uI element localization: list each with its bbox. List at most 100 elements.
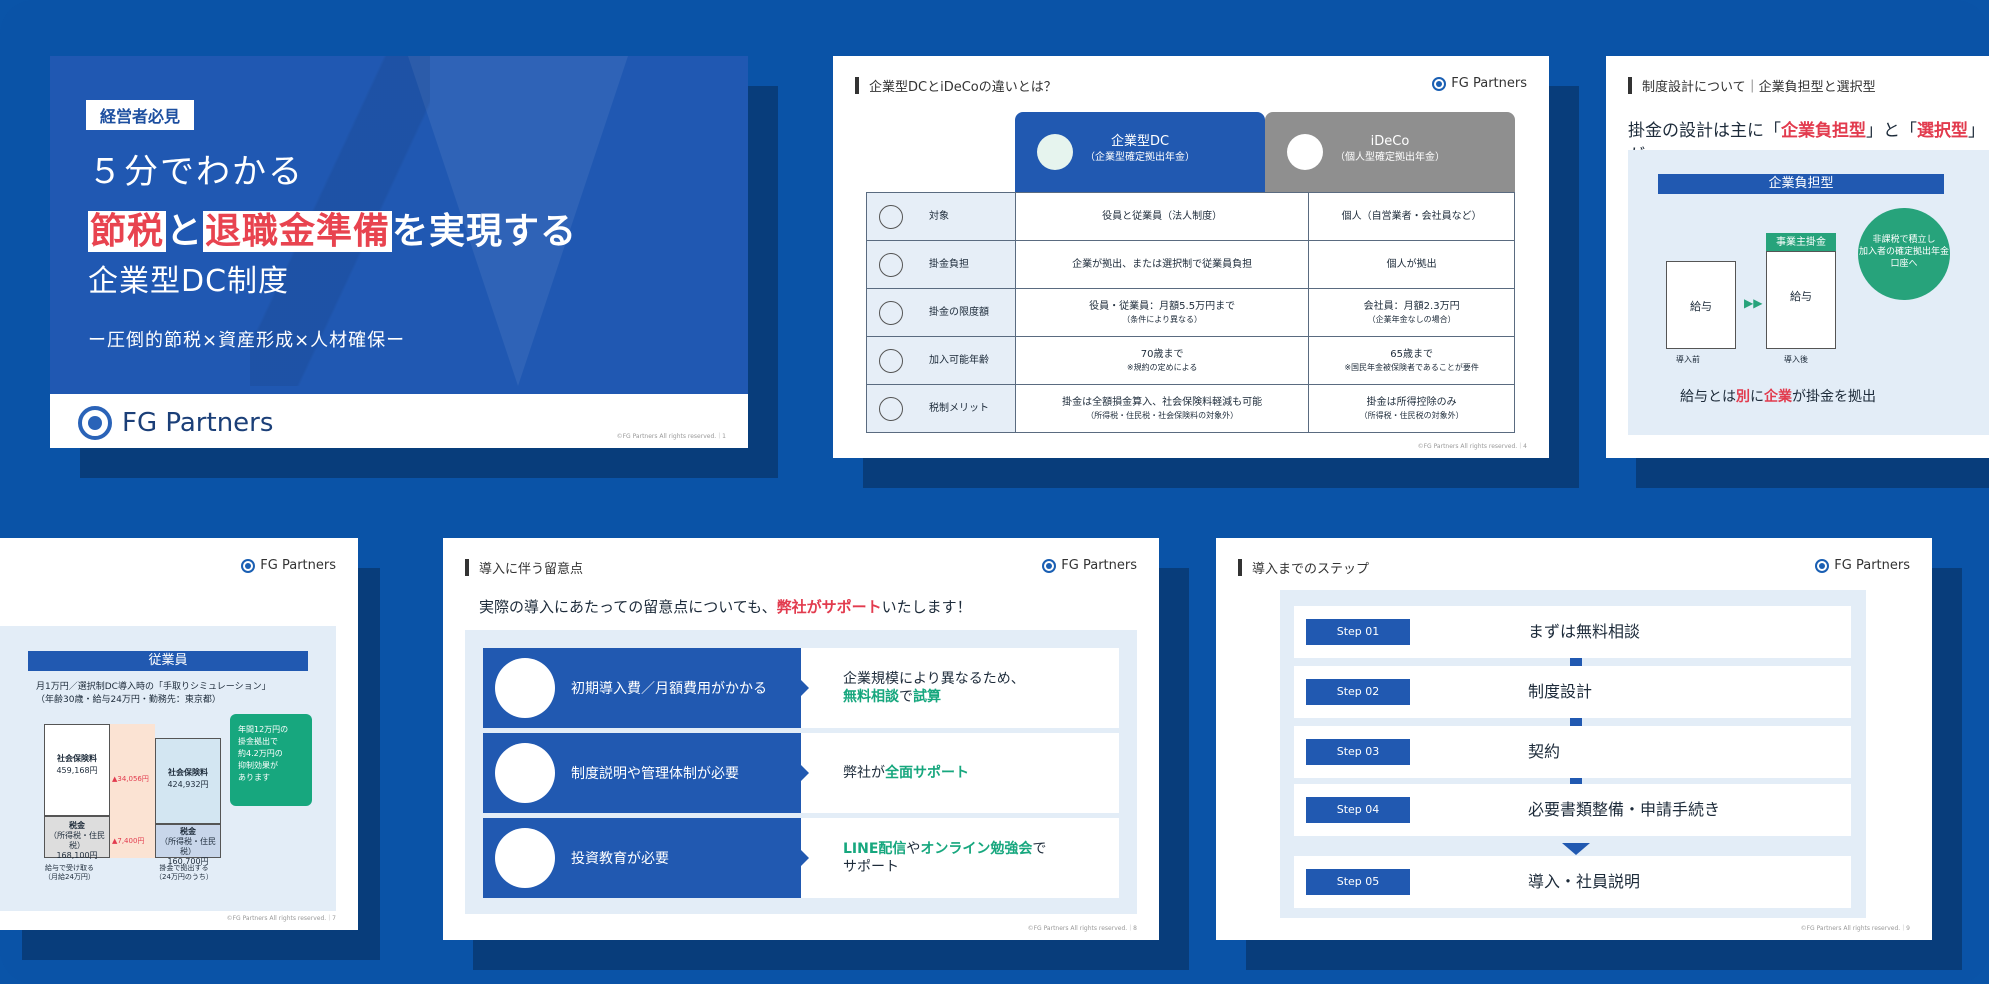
page-number: 9 (1906, 925, 1910, 932)
column-header-ideco: iDeCo （個人型確定拠出年金） (1265, 112, 1515, 192)
copyright-text: ©FG Partners All rights reserved. (1800, 925, 1901, 932)
building-icon (1037, 134, 1073, 170)
bar-social-insurance-after: 社会保険料 424,932円 (155, 738, 221, 824)
panel-note: 給与とは別に企業が掛金を拠出 (1680, 386, 1876, 406)
callout-line: 年間12万円の (238, 725, 289, 734)
coins-icon (1442, 672, 1482, 712)
simulation-title: 月1万円／選択制DC導入時の「手取りシミュレーション」 （年齢30歳・給与24万円… (36, 681, 271, 707)
row-label-cell: 掛金の限度額 (866, 288, 1016, 337)
logo-mark-icon (78, 406, 112, 440)
note-text: 給与とは (1680, 389, 1736, 405)
step-connector (1570, 658, 1582, 666)
slide-considerations[interactable]: 導入に伴う留意点 FG Partners 実際の導入にあたっての留意点についても… (443, 538, 1159, 940)
cell-text: 役員と従業員（法人制度） (1102, 211, 1223, 222)
row-label: 対象 (929, 211, 949, 222)
headset-person-icon (495, 828, 555, 888)
bar-label: 社会保険料 (168, 768, 208, 777)
logo-mark-icon (1815, 558, 1830, 573)
document-search-icon (879, 205, 903, 229)
bar-label: 税金 (69, 821, 85, 830)
cell-text: 65歳まで (1390, 348, 1433, 360)
bar-label: 社会保険料 (57, 754, 97, 763)
note-highlight: 別 (1736, 389, 1750, 405)
label-before: 導入前 (1676, 355, 1700, 364)
arrow-down-icon (1562, 843, 1590, 855)
person-icon (1287, 134, 1323, 170)
ideco-cell: 個人が拠出 (1308, 240, 1515, 289)
table-row: 掛金負担 企業が拠出、または選択制で従業員負担 個人が拠出 (866, 240, 1515, 289)
savings-callout: 年間12万円の 掛金拠出で 約4.2万円の 抑制効果が あります (230, 714, 312, 806)
cell-note: （所得税・住民税・社会保険料の対象外） (1086, 410, 1239, 420)
dc-cell: 企業が拠出、または選択制で従業員負担 (1014, 240, 1310, 289)
cell-note: ※規約の定めによる (1126, 362, 1198, 372)
answer-highlight: LINE配信 (843, 841, 907, 857)
cell-text: 70歳まで (1140, 348, 1184, 360)
ideco-cell: 掛金は所得控除のみ （所得税・住民税の対象外） (1308, 384, 1515, 433)
presenter-icon (1442, 862, 1482, 902)
dc-cell: 掛金は全額損金算入、社会保険料軽減も可能 （所得税・住民税・社会保険料の対象外） (1014, 384, 1310, 433)
cell-text: 会社員：月額2.3万円 (1363, 300, 1460, 312)
answer-text: 弊社が (843, 765, 885, 781)
copyright: ©FG Partners All rights reserved.｜4 (1417, 443, 1527, 450)
bubble-text: 非課税で積立し (1872, 235, 1936, 245)
slide-steps[interactable]: 導入までのステップ FG Partners Step 01 まずは無料相談 Ste… (1216, 538, 1932, 940)
logo-mark-icon (1042, 558, 1057, 573)
callout-line: 掛金拠出で (238, 737, 278, 746)
footer-line: 掛金で拠出する (159, 864, 209, 872)
copyright: ©FG Partners All rights reserved.｜9 (1800, 925, 1910, 932)
row-label: 加入可能年齢 (929, 355, 989, 366)
document-search-icon (1442, 790, 1482, 830)
bubble-text: 加入者の確定拠出年金口座へ (1858, 247, 1949, 269)
slide-title: 制度設計について｜企業負担型と選択型 (1628, 76, 1876, 95)
cell-text: 個人（自営業者・会社員など） (1341, 211, 1482, 222)
note-highlight: 企業 (1764, 389, 1792, 405)
copyright-text: ©FG Partners All rights reserved. (1417, 443, 1518, 450)
info-bubble: 非課税で積立し加入者の確定拠出年金口座へ (1858, 208, 1950, 300)
handshake-icon (1442, 732, 1482, 772)
difference-tax: ▲7,400円 (112, 837, 145, 845)
step-badge: Step 03 (1306, 739, 1410, 765)
slide-cover[interactable]: 経営者必見 ５分でわかる 節税と退職金準備を実現する 企業型DC制度 ー圧倒的節… (50, 56, 748, 448)
bar-value: 459,168円 (56, 766, 98, 775)
row-label: 掛金負担 (929, 259, 969, 270)
cell-note: （条件により異なる） (1122, 314, 1203, 324)
cover-product: 企業型DC制度 (88, 264, 290, 299)
slide-title: 導入までのステップ (1238, 558, 1369, 577)
lead-text: 」と「 (1866, 121, 1917, 141)
step-row: Step 02 制度設計 (1294, 666, 1851, 718)
col1-title: 企業型DC (1110, 134, 1170, 149)
lead-highlight: 企業負担型 (1781, 121, 1866, 141)
page-number: 7 (332, 915, 336, 922)
label-after: 導入後 (1784, 355, 1808, 364)
slide-title: 導入に伴う留意点 (465, 558, 583, 577)
answer-text: や (906, 841, 921, 857)
copyright-text: ©FG Partners All rights reserved. (226, 915, 327, 922)
answer-highlight: 全面サポート (885, 765, 969, 781)
page-number: 8 (1133, 925, 1137, 932)
salary-after-box: 給与 (1766, 251, 1836, 349)
slide-comparison[interactable]: 企業型DCとiDeCoの違いとは？ FG Partners 企業型DC （企業型確… (833, 56, 1549, 458)
cell-text: 掛金は所得控除のみ (1366, 396, 1457, 408)
row-label-cell: 税制メリット (866, 384, 1016, 433)
dc-cell: 役員・従業員：月額5.5万円まで （条件により異なる） (1014, 288, 1310, 337)
slide-simulation[interactable]: FG Partners 従業員 月1万円／選択制DC導入時の「手取りシミュレーシ… (0, 538, 358, 930)
copyright-text: ©FG Partners All rights reserved. (616, 433, 717, 440)
consideration-answer: LINE配信やオンライン勉強会で サポート (843, 818, 1046, 898)
copyright: ©FG Partners All rights reserved.｜7 (226, 915, 336, 922)
money-bag-icon (495, 658, 555, 718)
cover-headline: 節税と退職金準備を実現する (88, 202, 577, 254)
panel-title: 従業員 (28, 651, 308, 671)
brand-logo: FG Partners (1432, 76, 1527, 91)
page-number: 4 (1523, 443, 1527, 450)
cell-text: 個人が拠出 (1386, 259, 1437, 270)
slide-plan-design[interactable]: 制度設計について｜企業負担型と選択型 掛金の設計は主に「企業負担型」と「選択型」… (1606, 56, 1989, 458)
cell-text: 役員・従業員：月額5.5万円まで (1089, 300, 1236, 312)
bar-tax-after: 税金 （所得税・住民税） 160,700円 (155, 824, 221, 866)
headline-conjunction: と (166, 211, 204, 252)
step-badge: Step 05 (1306, 869, 1410, 895)
highlight-retirement: 退職金準備 (203, 211, 393, 252)
sim-title-line: 月1万円／選択制DC導入時の「手取りシミュレーション」 (36, 682, 271, 692)
thinking-person-icon (495, 743, 555, 803)
consideration-row: 初期導入費／月額費用がかかる 企業規模により異なるため、 無料相談で試算 (483, 648, 1119, 728)
answer-text: で (1032, 841, 1047, 857)
